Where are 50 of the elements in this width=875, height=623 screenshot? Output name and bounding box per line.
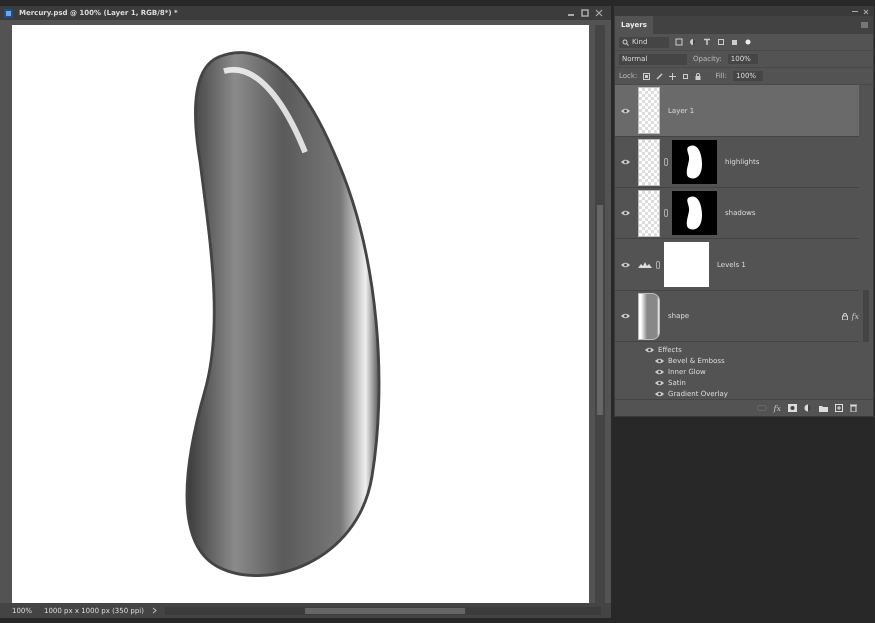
eye-icon[interactable]: [621, 159, 630, 165]
close-icon[interactable]: [863, 8, 869, 14]
lock-icon: [842, 312, 848, 320]
brush-icon[interactable]: [656, 72, 664, 80]
artboard-icon[interactable]: [682, 72, 690, 80]
filter-toggle-icon[interactable]: [745, 39, 751, 45]
eye-icon[interactable]: [655, 390, 664, 396]
effects-indicator[interactable]: fx: [852, 312, 859, 320]
adjustment-filter-icon[interactable]: [689, 38, 697, 46]
lock-transparency-icon[interactable]: [643, 72, 650, 80]
menu-icon[interactable]: [860, 21, 869, 29]
layer-thumbnail: [638, 190, 660, 236]
eye-icon[interactable]: [655, 380, 664, 386]
eye-icon[interactable]: [621, 210, 630, 216]
move-icon[interactable]: [669, 72, 676, 80]
layer-thumbnail: [638, 87, 660, 134]
layer-mask-thumbnail: [672, 140, 717, 184]
caret-icon[interactable]: [152, 607, 157, 614]
trash-icon[interactable]: [850, 404, 857, 412]
close-icon[interactable]: [595, 9, 603, 18]
add-style-button[interactable]: fx: [774, 404, 781, 412]
layer-mask-thumbnail: [672, 191, 717, 235]
add-mask-icon[interactable]: [788, 404, 797, 412]
eye-icon[interactable]: [621, 313, 630, 319]
link-icon: [664, 209, 668, 217]
type-filter-icon[interactable]: [703, 38, 711, 46]
shape-filter-icon[interactable]: [717, 38, 725, 46]
layer-thumbnail: [638, 138, 660, 186]
lock-icon[interactable]: [695, 72, 702, 80]
adjustment-layer-icon[interactable]: [804, 404, 812, 412]
folder-icon[interactable]: [819, 404, 828, 412]
eye-icon[interactable]: [645, 346, 654, 352]
new-layer-icon[interactable]: [835, 404, 843, 412]
eye-icon[interactable]: [655, 368, 664, 374]
layer-thumbnail: [638, 292, 660, 340]
collapse-icon[interactable]: [851, 9, 859, 14]
link-icon: [656, 260, 660, 268]
maximize-icon[interactable]: [581, 9, 589, 18]
eye-icon[interactable]: [621, 262, 630, 268]
search-icon: [622, 38, 629, 46]
horizontal-scrollbar[interactable]: [164, 606, 601, 615]
image-filter-icon[interactable]: [675, 38, 683, 46]
vertical-scrollbar[interactable]: [595, 25, 605, 604]
app-icon: [4, 8, 13, 18]
smart-object-filter-icon[interactable]: [731, 38, 739, 46]
link-icon: [664, 158, 668, 166]
eye-icon[interactable]: [655, 358, 664, 364]
layer-mask-thumbnail: [664, 242, 709, 287]
eye-icon[interactable]: [621, 108, 630, 114]
levels-icon: [638, 262, 652, 268]
